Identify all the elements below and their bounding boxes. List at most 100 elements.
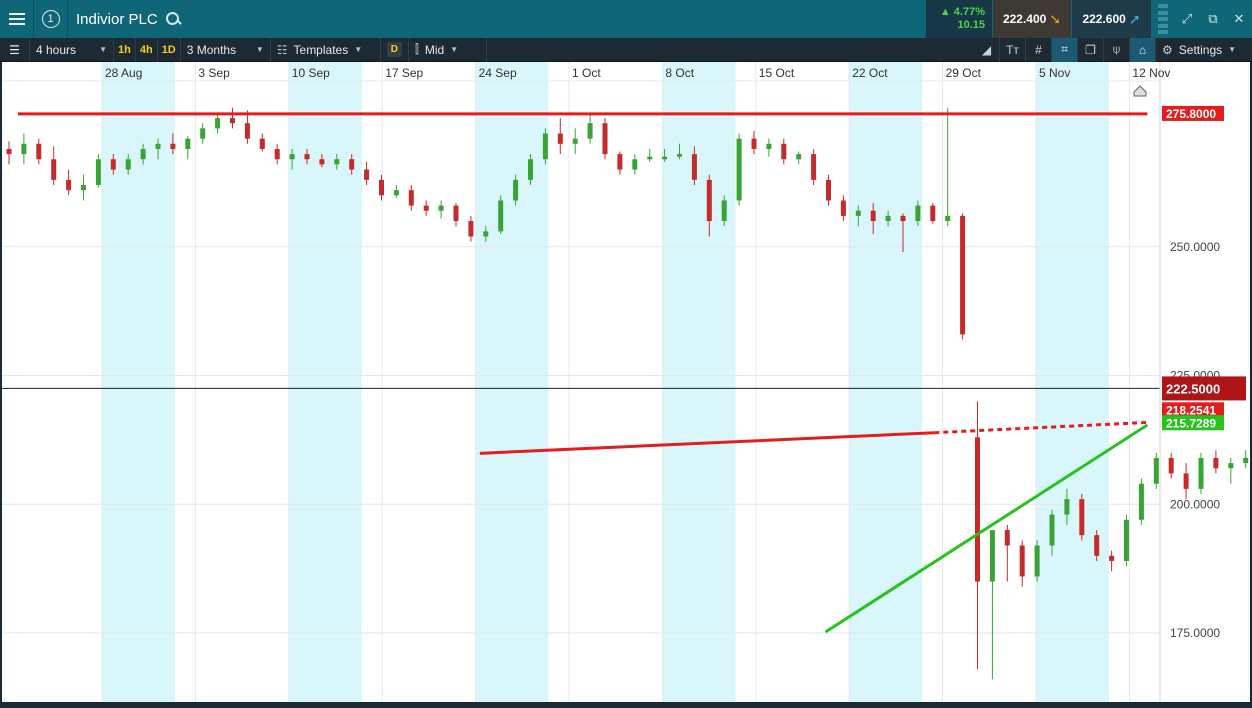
gear-icon: ⚙ bbox=[1162, 42, 1173, 57]
candle-body bbox=[289, 154, 295, 160]
date-label: 24 Sep bbox=[479, 66, 517, 80]
candle-body bbox=[1138, 483, 1144, 520]
date-label: 15 Oct bbox=[759, 66, 795, 80]
sell-price: 222.400 bbox=[1002, 12, 1047, 26]
candle-body bbox=[1198, 457, 1204, 489]
candle-body bbox=[781, 143, 787, 160]
info-button[interactable]: 1 bbox=[34, 0, 68, 38]
week-band bbox=[475, 62, 549, 702]
d-button[interactable]: D bbox=[381, 37, 409, 62]
candle-body bbox=[230, 118, 235, 124]
chart-toolbar: ☰ 4 hours ▼ 1h 4h 1D 3 Months ▼ ☷ Template… bbox=[0, 37, 1252, 62]
draw-line-icon[interactable]: ◢ bbox=[974, 37, 1000, 62]
price-change: ▲ 4.77% 10.15 bbox=[926, 0, 992, 38]
candle-body bbox=[900, 215, 906, 222]
date-label: 12 Nov bbox=[1132, 66, 1170, 80]
candle-body bbox=[304, 154, 310, 160]
price-type-value: Mid bbox=[424, 42, 445, 57]
price-tick-label: 200.0000 bbox=[1170, 497, 1220, 511]
candle-body bbox=[1124, 519, 1129, 561]
menu-icon[interactable] bbox=[0, 0, 34, 38]
candle-body bbox=[1168, 457, 1174, 474]
current-price-label: 222.5000 bbox=[1166, 381, 1220, 396]
range-select[interactable]: 3 Months ▼ bbox=[181, 37, 271, 62]
candle-body bbox=[557, 133, 563, 144]
date-label: 1 Oct bbox=[572, 66, 601, 80]
sell-button[interactable]: 222.400 ➘ bbox=[993, 0, 1071, 38]
title-bar: 1 Indivior PLC ▲ 4.77% 10.15 222.400 ➘ 2… bbox=[0, 0, 1252, 38]
candle-body bbox=[915, 205, 921, 222]
candle-body bbox=[855, 210, 861, 216]
grid-icon[interactable]: # bbox=[1026, 37, 1052, 62]
duplicate-icon[interactable]: ❐ bbox=[1078, 37, 1104, 62]
settings-button[interactable]: ⚙ Settings ▼ bbox=[1156, 38, 1252, 62]
popout-icon[interactable]: ⧉ bbox=[1200, 0, 1226, 38]
info-icon: 1 bbox=[41, 10, 60, 28]
candle-body bbox=[975, 437, 980, 582]
candle-body bbox=[453, 205, 459, 222]
candle-body bbox=[587, 123, 593, 139]
price-type-select[interactable]: ⫿ Mid ▼ bbox=[409, 37, 487, 62]
candle-body bbox=[796, 154, 802, 160]
tag-icon[interactable]: ⌂ bbox=[1130, 37, 1156, 62]
volume-bars-icon bbox=[1158, 4, 1168, 34]
candle-body bbox=[677, 154, 682, 157]
trend-lines bbox=[2, 112, 1160, 634]
candle-body bbox=[811, 154, 817, 180]
search-icon[interactable] bbox=[165, 12, 180, 26]
candle-body bbox=[1049, 514, 1055, 546]
interval-select[interactable]: 4 hours ▼ bbox=[30, 37, 114, 62]
layout-icon[interactable]: ☰ bbox=[0, 37, 30, 62]
date-label: 17 Sep bbox=[385, 66, 423, 80]
week-band bbox=[849, 62, 923, 702]
candle-body bbox=[244, 123, 250, 139]
alert-icon[interactable]: ⍦ bbox=[1104, 37, 1130, 62]
date-label: 29 Oct bbox=[946, 66, 982, 80]
candle-body bbox=[721, 200, 727, 222]
candle-body bbox=[423, 205, 429, 211]
bottom-border bbox=[0, 702, 1252, 708]
candle-body bbox=[170, 143, 176, 149]
date-label: 22 Oct bbox=[852, 66, 888, 80]
candle-body bbox=[1213, 457, 1219, 469]
candle-body bbox=[334, 159, 340, 165]
interval-value: 4 hours bbox=[36, 42, 77, 57]
candle-body bbox=[647, 156, 653, 160]
candle-body bbox=[319, 159, 325, 165]
candle-body bbox=[21, 143, 27, 155]
candle-body bbox=[1228, 463, 1234, 469]
candle-body bbox=[259, 138, 265, 149]
quick-4h[interactable]: 4h bbox=[136, 37, 158, 62]
candle-body bbox=[826, 179, 831, 201]
candle-body bbox=[885, 215, 891, 222]
templates-select[interactable]: ☷ Templates ▼ bbox=[271, 37, 381, 62]
price-marker-label: 215.7289 bbox=[1166, 416, 1216, 430]
arrow-down-icon: ➘ bbox=[1049, 10, 1062, 27]
candle-body bbox=[379, 179, 384, 196]
candle-body bbox=[215, 118, 221, 129]
candle-body bbox=[662, 156, 668, 160]
quick-1h[interactable]: 1h bbox=[114, 37, 136, 62]
buy-button[interactable]: 222.600 ➚ bbox=[1072, 0, 1151, 38]
candle-body bbox=[468, 221, 474, 237]
text-tool-icon[interactable]: Tт bbox=[1000, 37, 1026, 62]
week-band bbox=[1036, 62, 1109, 702]
date-label: 10 Sep bbox=[292, 66, 330, 80]
candle-body bbox=[706, 179, 712, 222]
price-marker-label: 218.2541 bbox=[1166, 403, 1216, 417]
candle-body bbox=[930, 205, 936, 222]
quick-1d[interactable]: 1D bbox=[158, 37, 181, 62]
close-icon[interactable]: ✕ bbox=[1226, 0, 1252, 38]
candle-body bbox=[1153, 457, 1159, 484]
candle-body bbox=[945, 215, 951, 222]
candle-body bbox=[95, 159, 101, 185]
price-tick-label: 250.0000 bbox=[1170, 240, 1220, 254]
chart-svg[interactable]: 175.0000200.0000225.0000250.0000275.8000… bbox=[2, 62, 1250, 702]
candle-body bbox=[125, 159, 131, 170]
price-chart[interactable]: 175.0000 200.0000 225.0000 250.0000 275.8000… bbox=[2, 62, 1250, 702]
crosshair-grid-icon[interactable]: ⌗ bbox=[1052, 37, 1078, 62]
expand-icon[interactable]: ⤢ bbox=[1174, 0, 1200, 38]
instrument-name: Indivior PLC bbox=[76, 10, 158, 28]
templates-label: Templates bbox=[293, 42, 349, 57]
settings-label: Settings bbox=[1178, 42, 1223, 57]
